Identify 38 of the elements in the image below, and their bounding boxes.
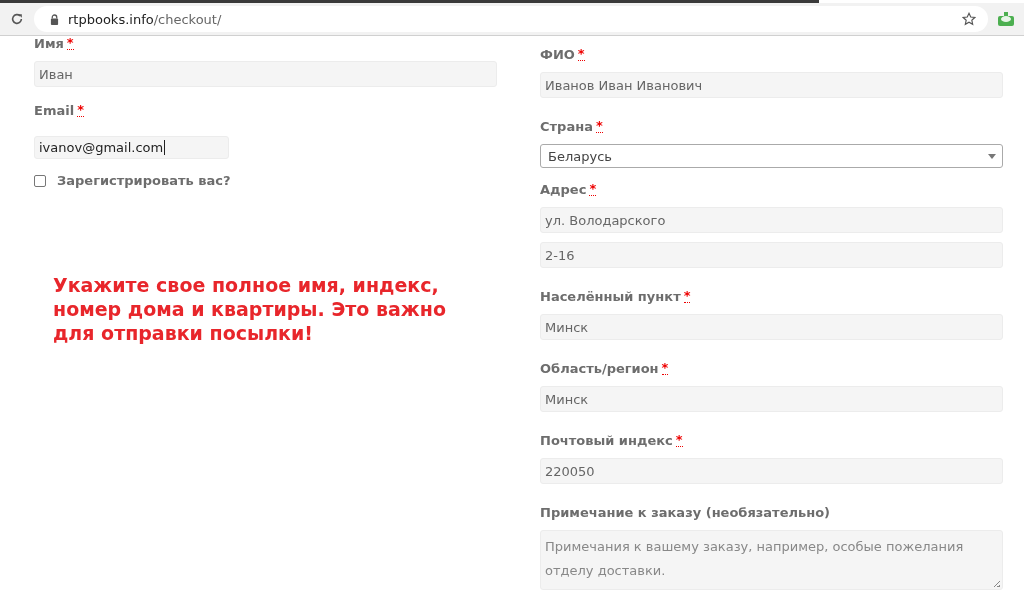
- required-mark: *: [66, 36, 74, 50]
- required-mark: *: [577, 47, 585, 61]
- required-mark: *: [595, 119, 603, 133]
- text-field[interactable]: 220050: [540, 458, 1003, 484]
- field-label: Страна: [540, 119, 593, 134]
- dropdown-caret-icon: [988, 153, 996, 159]
- text-field[interactable]: Иванов Иван Иванович: [540, 72, 1003, 98]
- resize-handle-icon[interactable]: [994, 581, 1000, 587]
- required-mark: *: [675, 433, 683, 447]
- text-field[interactable]: 2-16: [540, 242, 1003, 268]
- field-label: Почтовый индекс: [540, 433, 673, 448]
- field-label: Адрес: [540, 182, 587, 197]
- text-field[interactable]: Иван: [34, 61, 497, 87]
- address-bar[interactable]: rtpbooks.info/checkout/: [34, 6, 988, 32]
- lock-icon: [50, 13, 59, 25]
- reload-icon[interactable]: [10, 12, 24, 26]
- field-label: Email: [34, 103, 75, 118]
- checkbox-label[interactable]: Зарегистрировать вас?: [57, 173, 231, 188]
- text-field[interactable]: Минск: [540, 314, 1003, 340]
- bookmark-star-icon[interactable]: [962, 12, 976, 26]
- notice-text: Укажите свое полное имя, индекс, номер дома и квартиры. Это важно для отправки посылки!: [52, 273, 447, 345]
- field-label: Примечание к заказу (необязательно): [540, 505, 831, 520]
- required-mark: *: [683, 289, 691, 303]
- country-dropdown[interactable]: Беларусь: [540, 144, 1003, 168]
- url-text: rtpbooks.info/checkout/: [68, 11, 223, 27]
- notes-field[interactable]: Примечания к вашему заказу, например, особые пожелания отделу доставки.: [540, 530, 1003, 590]
- field-label: Область/регион: [540, 361, 659, 376]
- text-field[interactable]: ivanov@gmail.com: [34, 136, 229, 159]
- checkbox[interactable]: [34, 174, 46, 187]
- field-label: ФИО: [540, 47, 575, 62]
- text-field[interactable]: ул. Володарского: [540, 207, 1003, 233]
- required-mark: *: [661, 361, 669, 375]
- required-mark: *: [589, 182, 597, 196]
- field-label: Имя: [34, 36, 64, 51]
- field-label: Населённый пункт: [540, 289, 681, 304]
- extension-icon[interactable]: [998, 12, 1014, 26]
- text-field[interactable]: Минск: [540, 386, 1003, 412]
- required-mark: *: [77, 103, 84, 117]
